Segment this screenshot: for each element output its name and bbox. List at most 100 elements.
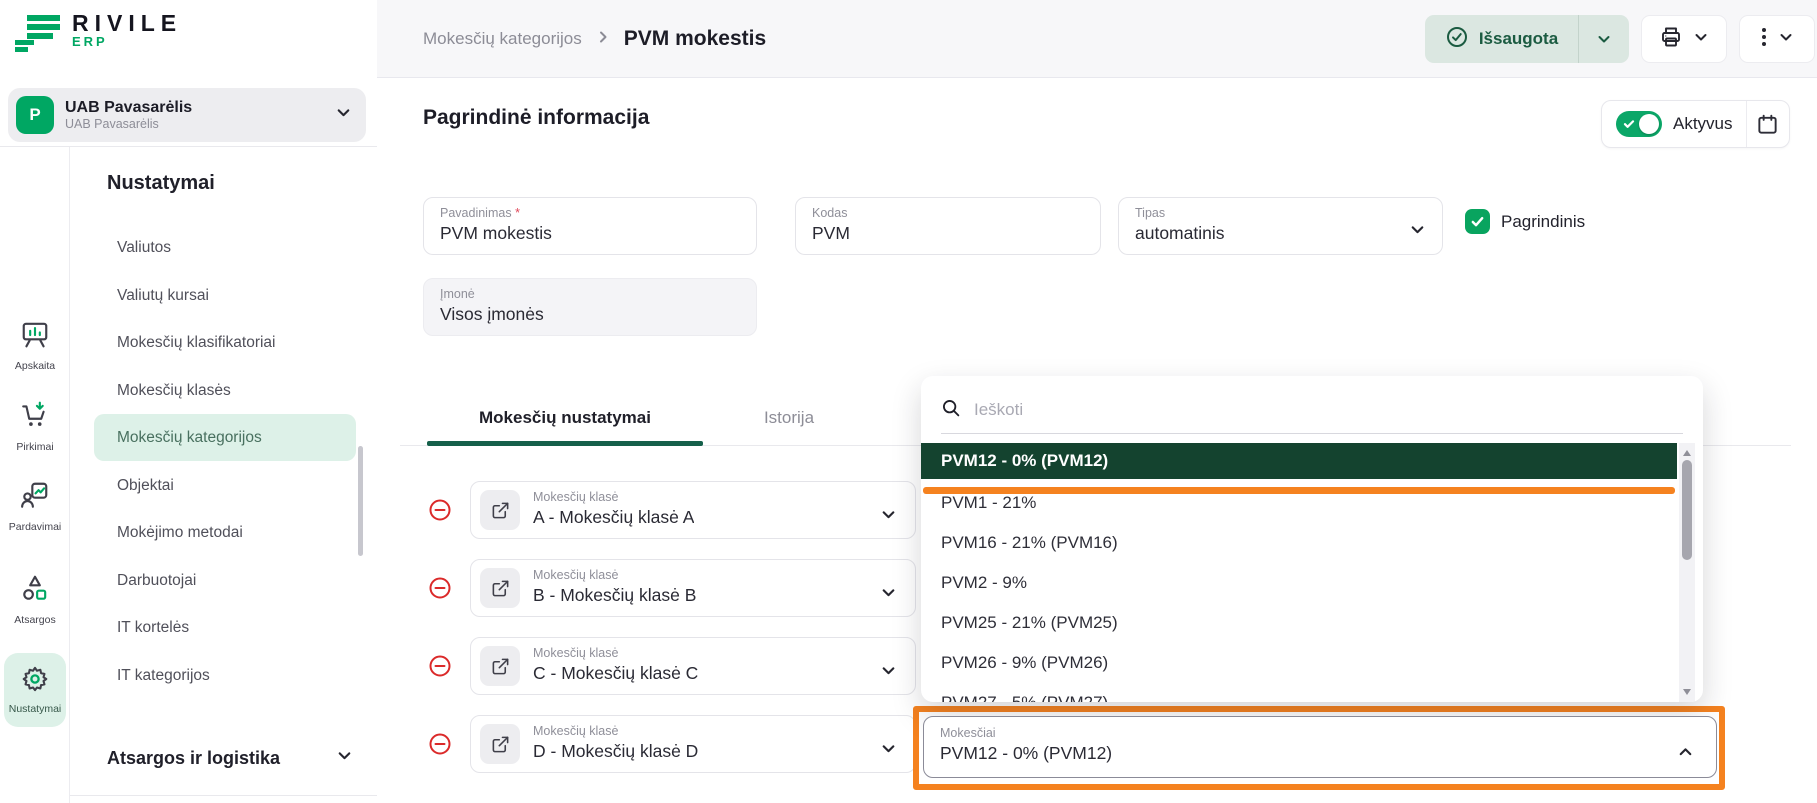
company-selector[interactable]: P UAB Pavasarėlis UAB Pavasarėlis [8,88,366,142]
sidebar-item-mokesciu-klasifikatoriai[interactable]: Mokesčių klasifikatoriai [94,319,374,366]
external-link-icon [492,502,508,518]
dropdown-scrollbar[interactable] [1679,443,1695,702]
scroll-up-arrow[interactable] [1683,450,1691,456]
rail-item-atsargos[interactable]: Atsargos [0,573,70,626]
open-tax-class-button[interactable] [480,724,520,764]
dropdown-option-selected[interactable]: PVM12 - 0% (PVM12) [921,443,1677,479]
sidebar-item-valiutos[interactable]: Valiutos [94,224,374,271]
tax-class-value: B - Mokesčių klasė B [533,585,697,605]
person-chart-icon [20,480,50,515]
sidebar-item-darbuotojai[interactable]: Darbuotojai [94,557,374,604]
company-name: UAB Pavasarėlis [65,99,193,116]
dropdown-option[interactable]: PVM1 - 21% [921,483,1677,523]
mokesciai-label: Mokesčiai [940,726,996,740]
sidebar-scrollbar[interactable] [358,446,363,556]
app-window: Mokesčių kategorijos PVM mokestis Išsaug… [0,0,1817,803]
dropdown-search-input[interactable] [972,399,1576,421]
kodas-field[interactable]: Kodas PVM [795,197,1101,255]
sidebar-section-atsargos-ir-logistika[interactable]: Atsargos ir logistika [107,747,353,769]
sidebar-item-mokejimo-metodai[interactable]: Mokėjimo metodai [94,509,374,556]
pavadinimas-label: Pavadinimas [440,206,512,220]
imone-value: Visos įmonės [440,304,544,324]
shopping-cart-icon [20,400,50,435]
open-tax-class-button[interactable] [480,490,520,530]
dropdown-search[interactable] [941,390,1641,430]
rail-label: Nustatymai [8,703,62,715]
sidebar-item-valiutu-kursai[interactable]: Valiutų kursai [94,272,374,319]
saved-button[interactable]: Išsaugota [1425,15,1578,63]
active-toggle-box: Aktyvus [1601,100,1790,148]
active-tab-underline [427,441,703,446]
chevron-down-icon [880,740,897,762]
remove-row-button[interactable] [428,654,452,678]
mokesciai-select[interactable]: Mokesčiai PVM12 - 0% (PVM12) [923,716,1717,778]
scroll-down-arrow[interactable] [1683,689,1691,695]
tab-istorija[interactable]: Istorija [723,408,855,428]
tax-class-label: Mokesčių klasė [533,490,619,504]
remove-row-button[interactable] [428,576,452,600]
remove-row-button[interactable] [428,498,452,522]
chevron-down-icon [1409,221,1426,243]
print-button[interactable] [1641,15,1727,63]
breadcrumb-parent[interactable]: Mokesčių kategorijos [423,29,582,49]
toggle-knob [1639,114,1659,134]
tipas-label: Tipas [1135,206,1166,220]
calendar-button[interactable] [1747,113,1789,136]
active-toggle[interactable] [1616,111,1662,137]
section-title: Pagrindinė informacija [423,106,650,129]
tax-class-row[interactable]: Mokesčių klasė A - Mokesčių klasė A [470,481,916,539]
kebab-menu-icon [1760,25,1768,54]
search-icon [941,398,961,423]
tax-class-label: Mokesčių klasė [533,646,619,660]
brand-name: RIVILE [72,10,183,36]
pagrindinis-checkbox[interactable] [1465,209,1490,234]
pavadinimas-field[interactable]: Pavadinimas * PVM mokestis [423,197,757,255]
chevron-down-icon [335,104,352,126]
dropdown-option[interactable]: PVM27 - 5% (PVM27) [921,683,1677,702]
icon-rail: Apskaita Pirkimai Pardavimai Atsargos Nu… [0,147,70,803]
scrollbar-thumb[interactable] [1682,460,1692,560]
more-actions-button[interactable] [1739,15,1815,63]
tipas-value: automatinis [1135,223,1225,243]
sidebar-item-mokesciu-kategorijos[interactable]: Mokesčių kategorijos [94,414,356,461]
imone-label: Įmonė [440,287,475,301]
rivile-logo-icon [14,12,62,59]
tab-mokesciu-nustatymai[interactable]: Mokesčių nustatymai [427,408,703,428]
remove-row-button[interactable] [428,732,452,756]
tipas-select[interactable]: Tipas automatinis [1118,197,1443,255]
rail-label: Pirkimai [16,441,54,453]
chevron-down-icon [1778,29,1794,50]
open-tax-class-button[interactable] [480,568,520,608]
tax-class-row[interactable]: Mokesčių klasė C - Mokesčių klasė C [470,637,916,695]
rail-label: Pardavimai [8,521,62,533]
sidebar-item-it-korteles[interactable]: IT kortelės [94,604,374,651]
sidebar-item-objektai[interactable]: Objektai [94,462,374,509]
tax-class-row[interactable]: Mokesčių klasė D - Mokesčių klasė D [470,715,916,773]
printer-icon [1659,25,1683,54]
sidebar-item-mokesciu-klases[interactable]: Mokesčių klasės [94,367,374,414]
dropdown-option[interactable]: PVM26 - 9% (PVM26) [921,643,1677,683]
dropdown-option[interactable]: PVM2 - 9% [921,563,1677,603]
rail-item-apskaita[interactable]: Apskaita [0,319,70,372]
chevron-right-icon [596,30,610,49]
tax-class-label: Mokesčių klasė [533,568,619,582]
tax-class-value: A - Mokesčių klasė A [533,507,695,527]
top-bar: Mokesčių kategorijos PVM mokestis Išsaug… [377,0,1817,78]
rail-item-pardavimai[interactable]: Pardavimai [0,480,70,533]
pavadinimas-value: PVM mokestis [440,223,552,243]
rail-item-nustatymai[interactable]: Nustatymai [4,653,66,727]
saved-button-chevron[interactable] [1578,15,1629,63]
external-link-icon [492,658,508,674]
dropdown-option[interactable]: PVM25 - 21% (PVM25) [921,603,1677,643]
chevron-down-icon [880,662,897,684]
sidebar-item-it-kategorijos[interactable]: IT kategorijos [94,652,374,699]
company-subtitle: UAB Pavasarėlis [65,117,159,131]
pagrindinis-checkbox-row[interactable]: Pagrindinis [1465,209,1585,234]
open-tax-class-button[interactable] [480,646,520,686]
tax-class-value: D - Mokesčių klasė D [533,741,699,761]
tax-class-row[interactable]: Mokesčių klasė B - Mokesčių klasė B [470,559,916,617]
saved-split-button[interactable]: Išsaugota [1425,15,1629,63]
chevron-down-icon [336,747,353,769]
rail-item-pirkimai[interactable]: Pirkimai [0,400,70,453]
dropdown-option[interactable]: PVM16 - 21% (PVM16) [921,523,1677,563]
